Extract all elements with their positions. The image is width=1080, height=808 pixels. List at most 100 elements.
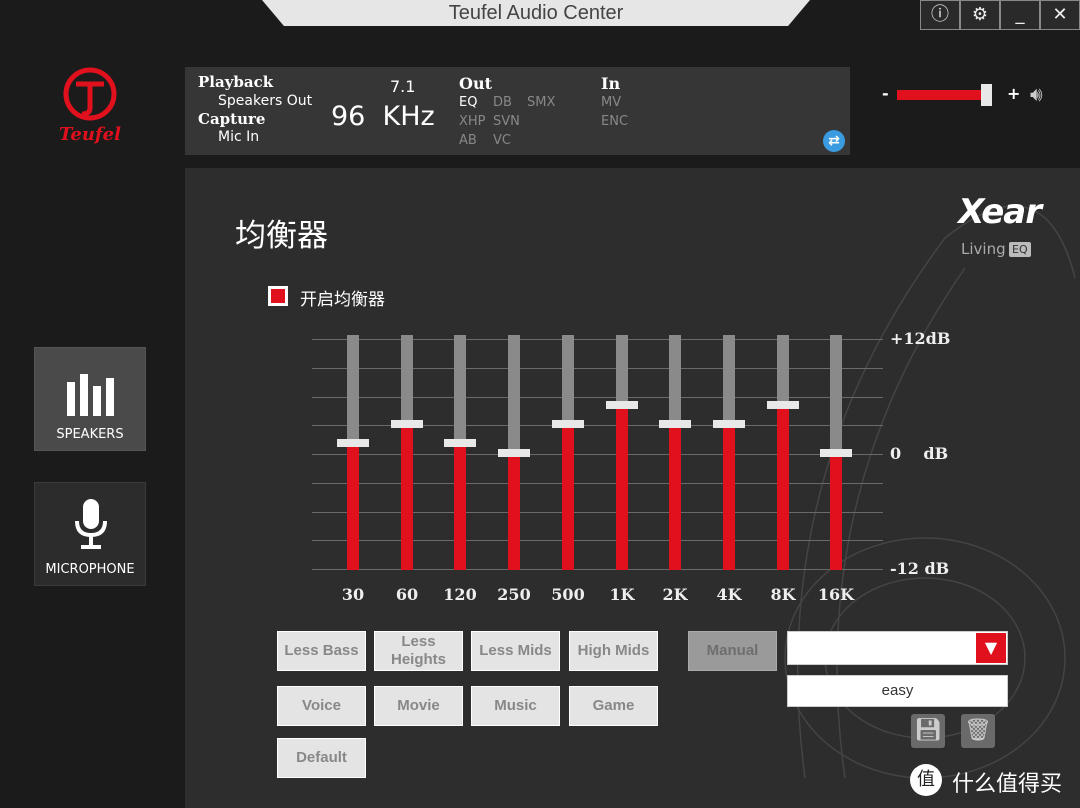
x-tick-label: 120 bbox=[443, 585, 477, 604]
eq-band-handle[interactable] bbox=[391, 420, 423, 429]
x-tick-label: 30 bbox=[341, 585, 365, 604]
eq-band-bar bbox=[830, 454, 842, 570]
eq-band-handle[interactable] bbox=[767, 401, 799, 410]
eq-band-bar bbox=[777, 406, 789, 570]
y-tick-label: +12dB bbox=[890, 329, 951, 348]
playback-value: Speakers Out bbox=[218, 93, 313, 109]
gridline bbox=[312, 482, 883, 484]
window-title: Teufel Audio Center bbox=[262, 0, 810, 26]
eq-band-handle[interactable] bbox=[337, 439, 369, 448]
preset-button-high-mids[interactable]: High Mids bbox=[569, 631, 658, 671]
eq-band-handle[interactable] bbox=[659, 420, 691, 429]
channels: 7.1 bbox=[390, 77, 416, 96]
teufel-logo: Teufel bbox=[50, 62, 130, 152]
sidebar-item-label: SPEAKERS bbox=[56, 427, 124, 442]
volume-slider[interactable] bbox=[897, 84, 1000, 106]
gridline bbox=[312, 396, 883, 398]
preset-button-default[interactable]: Default bbox=[277, 738, 366, 778]
eq-band-bar bbox=[723, 425, 735, 570]
eq-band-slider-16K[interactable] bbox=[820, 335, 852, 570]
eq-band-slider-30[interactable] bbox=[337, 335, 369, 570]
out-ab[interactable]: AB bbox=[459, 133, 477, 148]
x-tick-label: 60 bbox=[395, 585, 419, 604]
eq-band-slider-2K[interactable] bbox=[659, 335, 691, 570]
in-label: In bbox=[601, 74, 621, 93]
swap-icon[interactable]: ⇄ bbox=[823, 130, 845, 152]
eq-band-handle[interactable] bbox=[820, 449, 852, 457]
eq-band-bar bbox=[562, 425, 574, 570]
gridline bbox=[312, 511, 883, 513]
eq-band-slider-250[interactable] bbox=[498, 335, 530, 570]
playback-label: Playback bbox=[198, 73, 274, 91]
preset-button-game[interactable]: Game bbox=[569, 686, 658, 726]
eq-band-handle[interactable] bbox=[444, 439, 476, 448]
preset-button-less-mids[interactable]: Less Mids bbox=[471, 631, 560, 671]
minimize-button[interactable]: _ bbox=[1000, 0, 1040, 30]
sidebar-item-label: MICROPHONE bbox=[45, 562, 135, 577]
sample-rate: 96 KHz bbox=[331, 101, 435, 132]
volume-minus[interactable]: - bbox=[882, 84, 889, 103]
eq-band-slider-1K[interactable] bbox=[606, 335, 638, 570]
eq-band-slider-500[interactable] bbox=[552, 335, 584, 570]
out-vc[interactable]: VC bbox=[493, 133, 511, 148]
watermark-text: 什么值得买 bbox=[952, 772, 1063, 797]
out-db[interactable]: DB bbox=[493, 95, 512, 110]
out-eq[interactable]: EQ bbox=[459, 95, 477, 110]
close-button[interactable]: ✕ bbox=[1040, 0, 1080, 30]
gridline bbox=[312, 454, 883, 455]
capture-label: Capture bbox=[198, 110, 266, 128]
sidebar-item-speakers[interactable]: SPEAKERS bbox=[34, 347, 146, 451]
preset-button-less-heights[interactable]: Less Heights bbox=[374, 631, 463, 671]
info-button[interactable]: ⓘ bbox=[920, 0, 960, 30]
x-tick-label: 500 bbox=[551, 585, 585, 604]
x-tick-label: 4K bbox=[716, 585, 742, 604]
out-xhp[interactable]: XHP bbox=[459, 114, 486, 129]
status-panel: Playback Speakers Out Capture Mic In 7.1… bbox=[185, 67, 850, 155]
preset-dropdown[interactable]: ▼ bbox=[787, 631, 1008, 665]
x-tick-label: 8K bbox=[770, 585, 796, 604]
eq-band-slider-60[interactable] bbox=[391, 335, 423, 570]
eq-band-slider-8K[interactable] bbox=[767, 335, 799, 570]
watermark-logo-icon: 值 bbox=[910, 764, 942, 796]
x-tick-label: 250 bbox=[497, 585, 531, 604]
y-tick-label: -12 dB bbox=[890, 559, 950, 578]
preset-name-input[interactable]: easy bbox=[787, 675, 1008, 707]
in-enc[interactable]: ENC bbox=[601, 114, 628, 129]
eq-band-handle[interactable] bbox=[498, 449, 530, 457]
out-svn[interactable]: SVN bbox=[493, 114, 520, 129]
gridline bbox=[312, 569, 883, 570]
preset-button-less-bass[interactable]: Less Bass bbox=[277, 631, 366, 671]
volume-fill bbox=[897, 90, 986, 100]
chevron-down-icon[interactable]: ▼ bbox=[976, 633, 1006, 663]
out-label: Out bbox=[459, 74, 492, 93]
y-tick-label: 0 dB bbox=[890, 444, 949, 463]
eq-band-slider-4K[interactable] bbox=[713, 335, 745, 570]
equalizer-bars-icon bbox=[67, 374, 114, 416]
enable-eq-checkbox[interactable] bbox=[268, 286, 288, 306]
gridline bbox=[312, 540, 883, 542]
x-tick-label: 2K bbox=[662, 585, 688, 604]
enable-eq-label: 开启均衡器 bbox=[300, 290, 385, 310]
eq-band-handle[interactable] bbox=[606, 401, 638, 410]
eq-band-handle[interactable] bbox=[713, 420, 745, 429]
preset-button-voice[interactable]: Voice bbox=[277, 686, 366, 726]
eq-band-bar bbox=[669, 425, 681, 570]
manual-button[interactable]: Manual bbox=[688, 631, 777, 671]
trash-icon[interactable]: 🗑︎ bbox=[961, 714, 995, 748]
speaker-volume-icon[interactable]: 🔊︎ bbox=[1030, 82, 1043, 106]
page-title: 均衡器 bbox=[235, 218, 328, 254]
save-icon[interactable]: 💾︎ bbox=[911, 714, 945, 748]
eq-band-bar bbox=[508, 454, 520, 570]
settings-button[interactable]: ⚙ bbox=[960, 0, 1000, 30]
eq-band-bar bbox=[347, 444, 359, 570]
in-mv[interactable]: MV bbox=[601, 95, 621, 110]
eq-band-handle[interactable] bbox=[552, 420, 584, 429]
sidebar-item-microphone[interactable]: MICROPHONE bbox=[34, 482, 146, 586]
out-smx[interactable]: SMX bbox=[527, 95, 555, 110]
eq-band-slider-120[interactable] bbox=[444, 335, 476, 570]
eq-band-bar bbox=[616, 406, 628, 570]
volume-handle[interactable] bbox=[980, 84, 992, 106]
preset-button-music[interactable]: Music bbox=[471, 686, 560, 726]
preset-button-movie[interactable]: Movie bbox=[374, 686, 463, 726]
volume-plus[interactable]: + bbox=[1007, 84, 1020, 103]
